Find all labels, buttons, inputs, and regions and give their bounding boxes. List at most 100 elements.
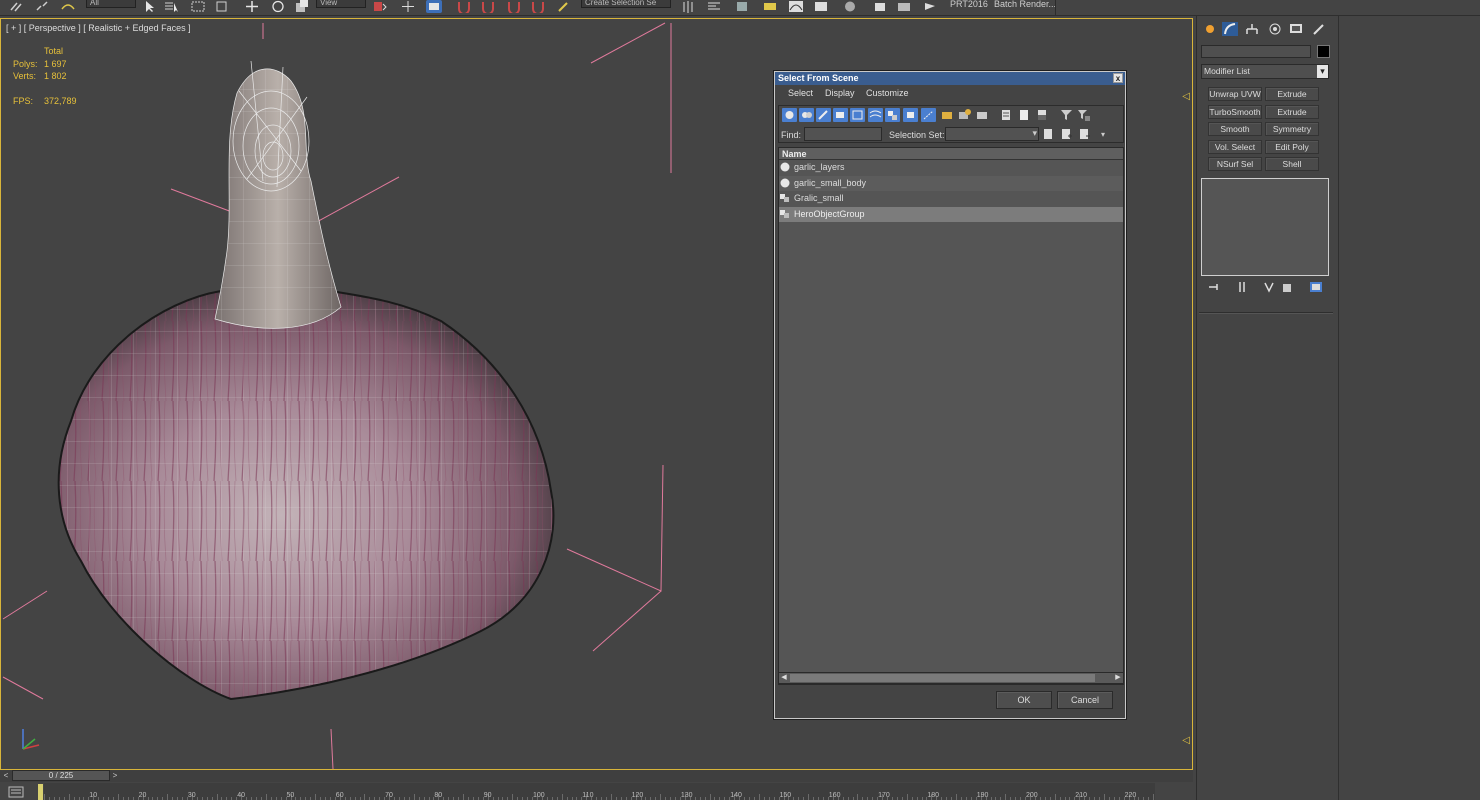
edit-poly-button[interactable]: Edit Poly (1265, 140, 1319, 154)
rendered-frame-window-icon[interactable] (896, 0, 912, 13)
utilities-tab-icon[interactable] (1311, 22, 1327, 36)
nsurf-sel-button[interactable]: NSurf Sel (1208, 157, 1262, 171)
close-icon[interactable]: x (1113, 73, 1123, 83)
move-icon[interactable] (244, 0, 260, 13)
spinner-snap-icon[interactable] (530, 0, 546, 15)
extrude-button-2[interactable]: Extrude (1265, 105, 1319, 119)
select-object-icon[interactable] (142, 0, 158, 13)
create-selection-set-icon[interactable] (1041, 127, 1056, 141)
percent-snap-icon[interactable] (506, 0, 522, 15)
current-frame-marker[interactable] (38, 784, 43, 800)
track-bar[interactable]: 10 20 30 40 50 60 70 80 90 100 110 120 130 140 150 160 1… (44, 783, 1155, 800)
display-xrefs-icon[interactable] (903, 108, 918, 122)
curve-editor-icon[interactable] (788, 0, 804, 13)
turbosmooth-button[interactable]: TurboSmooth (1208, 105, 1262, 119)
render-setup-icon[interactable] (872, 0, 888, 13)
manipulate-icon[interactable] (400, 0, 416, 13)
list-item[interactable]: garlic_layers (779, 160, 1123, 176)
bind-space-warp-icon[interactable] (60, 0, 76, 13)
display-frozen-icon[interactable] (957, 108, 972, 122)
motion-tab-icon[interactable] (1267, 22, 1283, 36)
next-frame-icon[interactable]: > (110, 770, 120, 781)
show-end-result-icon[interactable] (1237, 281, 1247, 293)
batch-render-button[interactable]: Batch Render... (994, 0, 1056, 9)
display-space-warps-icon[interactable] (868, 108, 883, 122)
display-tab-icon[interactable] (1288, 22, 1304, 36)
cancel-button[interactable]: Cancel (1057, 691, 1113, 709)
rotate-icon[interactable] (270, 0, 286, 13)
toolbar-overflow-icon[interactable]: ▾ (1101, 130, 1116, 144)
display-geometry-icon[interactable] (782, 108, 797, 122)
list-item[interactable]: garlic_small_body (779, 175, 1123, 191)
toggle-ribbon-icon[interactable] (762, 0, 778, 13)
smooth-button[interactable]: Smooth (1208, 122, 1262, 136)
list-item-selected[interactable]: HeroObjectGroup (779, 206, 1123, 222)
column-header-name[interactable]: Name (779, 148, 1123, 160)
object-name-field[interactable] (1201, 45, 1311, 58)
previous-frame-icon[interactable]: < (1, 770, 11, 781)
time-slider[interactable]: 0 / 225 (12, 770, 110, 781)
ok-button[interactable]: OK (996, 691, 1052, 709)
horizontal-scrollbar[interactable]: ◀ ▶ (778, 672, 1124, 684)
create-tab-icon[interactable] (1202, 22, 1218, 36)
mirror-icon[interactable] (680, 0, 696, 13)
remove-modifier-icon[interactable] (1281, 281, 1293, 293)
material-editor-icon[interactable] (842, 0, 858, 13)
filter-options-icon[interactable] (1076, 108, 1091, 122)
filter-icon[interactable] (1059, 108, 1074, 122)
display-shapes-icon[interactable] (799, 108, 814, 122)
keyboard-shortcut-override-icon[interactable] (426, 0, 442, 13)
extrude-button[interactable]: Extrude (1265, 87, 1319, 101)
layer-explorer-icon[interactable] (734, 0, 750, 13)
render-production-icon[interactable] (922, 0, 938, 13)
rectangle-selection-icon[interactable] (190, 0, 206, 13)
pin-stack-icon[interactable] (1207, 281, 1221, 293)
add-to-selection-set-icon[interactable] (1059, 127, 1074, 141)
pivot-center-icon[interactable] (372, 0, 388, 13)
find-input[interactable] (804, 127, 882, 141)
object-color-swatch[interactable] (1317, 45, 1330, 58)
select-all-icon[interactable] (999, 108, 1014, 122)
named-selection-set-dropdown[interactable]: Create Selection Se (581, 0, 671, 8)
menu-select[interactable]: Select (788, 88, 813, 98)
display-groups-icon[interactable] (885, 108, 900, 122)
scroll-right-icon[interactable]: ▶ (1113, 673, 1123, 683)
scale-icon[interactable] (294, 0, 310, 13)
display-helpers-icon[interactable] (850, 108, 865, 122)
link-icon[interactable] (8, 0, 24, 13)
unwrap-uvw-button[interactable]: Unwrap UVW (1208, 87, 1262, 101)
select-none-icon[interactable] (1017, 108, 1032, 122)
scrollbar-thumb[interactable] (790, 674, 1095, 682)
angle-snap-icon[interactable] (480, 0, 496, 15)
configure-modifier-sets-icon[interactable] (1309, 281, 1323, 293)
scroll-left-icon[interactable]: ◀ (779, 673, 789, 683)
display-bones-icon[interactable] (921, 108, 936, 122)
remove-from-selection-set-icon[interactable] (1077, 127, 1092, 141)
display-containers-icon[interactable] (940, 108, 955, 122)
make-unique-icon[interactable] (1263, 281, 1275, 293)
snaps-toggle-icon[interactable] (456, 0, 472, 15)
display-lights-icon[interactable] (816, 108, 831, 122)
align-icon[interactable] (706, 0, 722, 13)
select-by-name-icon[interactable] (164, 0, 180, 13)
selection-filter-dropdown[interactable]: All (86, 0, 136, 8)
menu-display[interactable]: Display (825, 88, 855, 98)
edit-named-selection-icon[interactable] (556, 0, 572, 13)
selection-set-dropdown[interactable] (945, 127, 1039, 141)
select-invert-icon[interactable] (1035, 108, 1050, 122)
modifier-list-dropdown[interactable]: Modifier List (1201, 64, 1329, 79)
unlink-icon[interactable] (34, 0, 50, 13)
hierarchy-tab-icon[interactable] (1244, 22, 1260, 36)
vol-select-button[interactable]: Vol. Select (1208, 140, 1262, 154)
symmetry-button[interactable]: Symmetry (1265, 122, 1319, 136)
display-hidden-icon[interactable] (975, 108, 990, 122)
menu-customize[interactable]: Customize (866, 88, 909, 98)
display-cameras-icon[interactable] (833, 108, 848, 122)
prt2016-button[interactable]: PRT2016 (950, 0, 988, 9)
modifier-stack-list[interactable] (1201, 178, 1329, 276)
shell-button[interactable]: Shell (1265, 157, 1319, 171)
modify-tab-icon[interactable] (1222, 22, 1238, 36)
list-item[interactable]: Gralic_small (779, 191, 1123, 207)
track-bar-toggle[interactable] (0, 783, 36, 800)
viewport-label[interactable]: [ + ] [ Perspective ] [ Realistic + Edge… (6, 23, 191, 33)
